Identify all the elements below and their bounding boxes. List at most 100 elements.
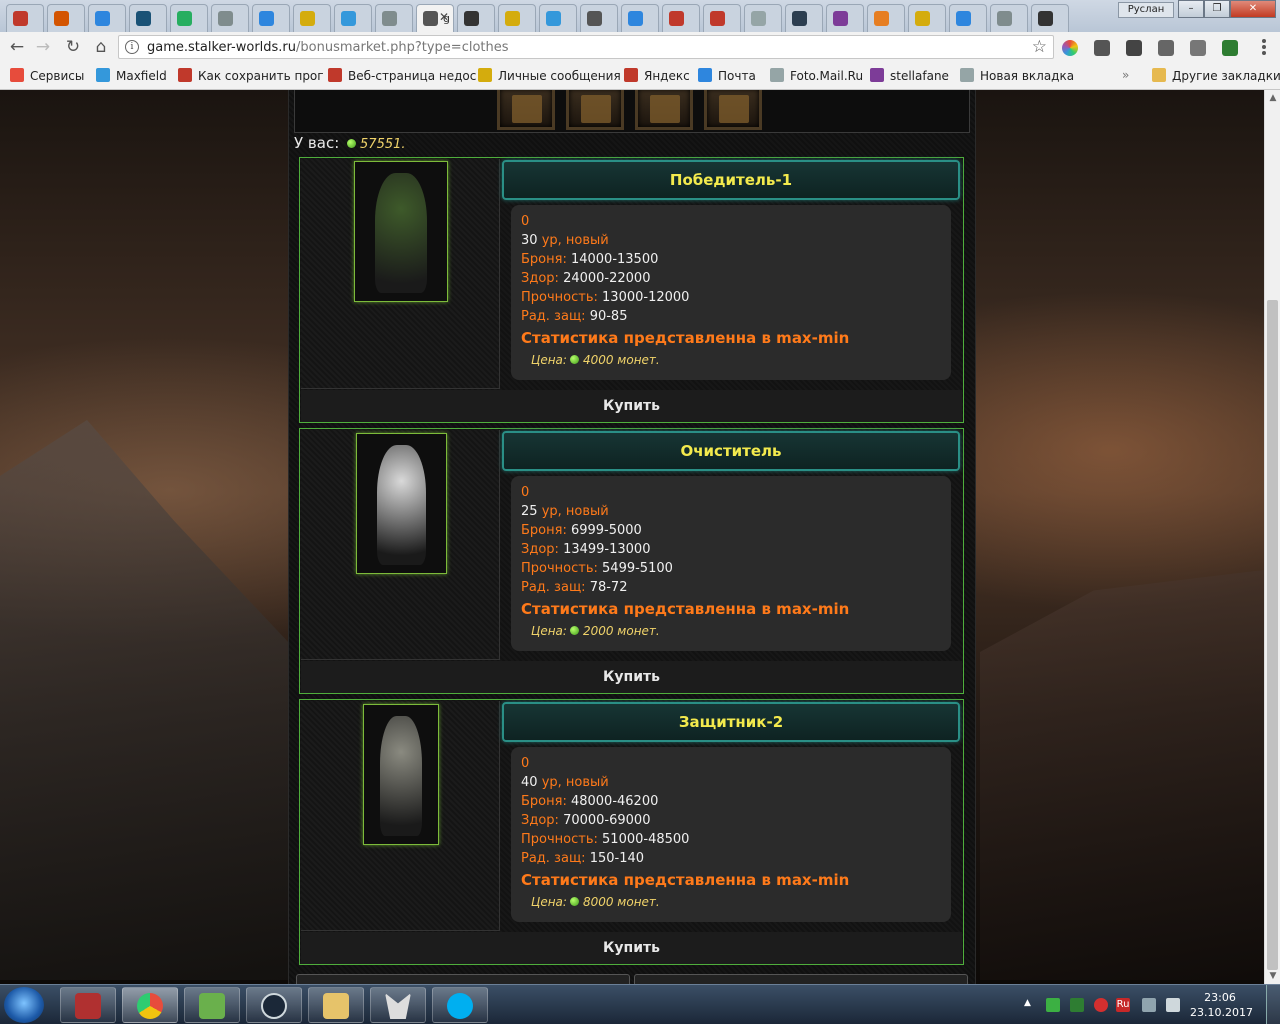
cast-extension-icon[interactable] bbox=[1126, 40, 1142, 56]
bookmark-item[interactable]: Новая вкладка bbox=[960, 68, 1074, 83]
browser-tab[interactable] bbox=[867, 4, 905, 32]
browser-tab[interactable] bbox=[88, 4, 126, 32]
browser-tab[interactable] bbox=[47, 4, 85, 32]
category-misc-icon[interactable] bbox=[704, 90, 762, 130]
browser-tab[interactable] bbox=[826, 4, 864, 32]
item-image[interactable] bbox=[363, 704, 439, 845]
category-ammo-icon[interactable] bbox=[635, 90, 693, 130]
flag-icon[interactable] bbox=[1046, 998, 1060, 1012]
color-extension-icon[interactable] bbox=[1062, 40, 1078, 56]
bookmark-item[interactable]: Maxfield bbox=[96, 68, 167, 83]
scroll-up-icon[interactable]: ▲ bbox=[1265, 90, 1280, 106]
clock[interactable]: 23:06 23.10.2017 bbox=[1190, 990, 1253, 1020]
taskbar-save-app[interactable] bbox=[60, 987, 116, 1023]
scroll-thumb[interactable] bbox=[1267, 300, 1278, 970]
browser-tab[interactable] bbox=[785, 4, 823, 32]
taskbar-game[interactable] bbox=[370, 987, 426, 1023]
browser-tab[interactable] bbox=[990, 4, 1028, 32]
forward-icon[interactable]: → bbox=[32, 36, 54, 58]
taskbar-chrome[interactable] bbox=[122, 987, 178, 1023]
browser-tab[interactable] bbox=[662, 4, 700, 32]
taskbar-steam[interactable] bbox=[246, 987, 302, 1023]
volume-icon[interactable] bbox=[1166, 998, 1180, 1012]
tab-favicon-icon bbox=[218, 11, 233, 26]
tab-favicon-icon bbox=[546, 11, 561, 26]
minimize-button[interactable]: – bbox=[1178, 0, 1204, 18]
browser-tab[interactable] bbox=[129, 4, 167, 32]
start-button[interactable] bbox=[4, 987, 44, 1023]
category-weapon-icon[interactable] bbox=[566, 90, 624, 130]
browser-tab[interactable] bbox=[621, 4, 659, 32]
bottom-tab-left[interactable] bbox=[296, 974, 630, 984]
home-icon[interactable]: ⌂ bbox=[90, 36, 112, 58]
coin-icon bbox=[569, 897, 579, 906]
bookmark-item[interactable]: Веб-страница недос bbox=[328, 68, 476, 83]
show-desktop-button[interactable] bbox=[1266, 985, 1280, 1024]
more-bookmarks-icon[interactable]: » bbox=[1122, 68, 1129, 82]
bookmark-item[interactable]: Foto.Mail.Ru bbox=[770, 68, 863, 83]
bookmark-item[interactable]: Почта bbox=[698, 68, 756, 83]
url-host: game.stalker-worlds.ru bbox=[147, 40, 297, 55]
network-icon[interactable] bbox=[1142, 998, 1156, 1012]
taskbar-notepad[interactable] bbox=[184, 987, 240, 1023]
bottom-tab-right[interactable] bbox=[634, 974, 968, 984]
taskbar-skype[interactable] bbox=[432, 987, 488, 1023]
language-indicator[interactable]: Ru bbox=[1116, 998, 1130, 1012]
address-bar[interactable]: i game.stalker-worlds.ru/bonusmarket.php… bbox=[118, 35, 1054, 59]
item-image[interactable] bbox=[354, 161, 448, 302]
profile-name-badge[interactable]: Руслан bbox=[1118, 2, 1174, 18]
tab-favicon-icon bbox=[341, 11, 356, 26]
bookmark-item[interactable]: Личные сообщения bbox=[478, 68, 621, 83]
browser-tab[interactable] bbox=[252, 4, 290, 32]
bookmark-item[interactable]: stellafane bbox=[870, 68, 949, 83]
ip-extension-icon[interactable] bbox=[1094, 40, 1110, 56]
taskbar-explorer[interactable] bbox=[308, 987, 364, 1023]
browser-tab[interactable] bbox=[498, 4, 536, 32]
item-price-line: Цена: 8000 монет. bbox=[531, 892, 941, 912]
browser-tab[interactable]: g ✕ bbox=[416, 4, 454, 32]
bookmark-label: Новая вкладка bbox=[980, 69, 1075, 83]
bookmark-item[interactable]: Как сохранить прог bbox=[178, 68, 324, 83]
browser-tab[interactable] bbox=[580, 4, 618, 32]
translate-extension-icon[interactable] bbox=[1190, 40, 1206, 56]
record-icon[interactable] bbox=[1094, 998, 1108, 1012]
browser-tab[interactable] bbox=[375, 4, 413, 32]
bookmark-star-icon[interactable]: ☆ bbox=[1032, 37, 1047, 57]
browser-tab[interactable] bbox=[211, 4, 249, 32]
browser-tab[interactable] bbox=[293, 4, 331, 32]
abp-extension-icon[interactable] bbox=[1158, 40, 1174, 56]
browser-tab[interactable] bbox=[1031, 4, 1069, 32]
browser-tab[interactable] bbox=[457, 4, 495, 32]
site-info-icon[interactable]: i bbox=[125, 40, 139, 54]
back-icon[interactable]: ← bbox=[6, 36, 28, 58]
sync-extension-icon[interactable] bbox=[1222, 40, 1238, 56]
browser-tab[interactable] bbox=[744, 4, 782, 32]
vertical-scrollbar[interactable]: ▲ ▼ bbox=[1264, 90, 1280, 984]
reload-icon[interactable]: ↻ bbox=[62, 36, 84, 58]
bookmark-item[interactable]: Сервисы bbox=[10, 68, 84, 83]
buy-button[interactable]: Купить bbox=[301, 661, 962, 693]
category-armor-icon[interactable] bbox=[497, 90, 555, 130]
browser-tab[interactable] bbox=[703, 4, 741, 32]
browser-tab[interactable] bbox=[6, 4, 44, 32]
browser-tab[interactable] bbox=[539, 4, 577, 32]
close-window-button[interactable]: ✕ bbox=[1230, 0, 1276, 18]
browser-tab[interactable] bbox=[170, 4, 208, 32]
browser-tab[interactable] bbox=[949, 4, 987, 32]
item-rad-line: Рад. защ: 150-140 bbox=[521, 849, 941, 868]
item-image[interactable] bbox=[356, 433, 447, 574]
chrome-menu-icon[interactable] bbox=[1256, 38, 1272, 56]
scroll-down-icon[interactable]: ▼ bbox=[1265, 968, 1280, 984]
browser-tab[interactable] bbox=[908, 4, 946, 32]
buy-button[interactable]: Купить bbox=[301, 390, 962, 422]
tab-close-icon[interactable]: ✕ bbox=[439, 10, 449, 24]
bookmark-item[interactable]: Яндекс bbox=[624, 68, 690, 83]
buy-button[interactable]: Купить bbox=[301, 932, 962, 964]
tray-expand-icon[interactable]: ▲ bbox=[1024, 998, 1038, 1012]
maximize-button[interactable]: ❐ bbox=[1204, 0, 1230, 18]
bookmark-label: Веб-страница недос bbox=[348, 69, 477, 83]
tab-favicon-icon bbox=[874, 11, 889, 26]
tray-app-icon[interactable] bbox=[1070, 998, 1084, 1012]
other-bookmarks-folder[interactable]: Другие закладки bbox=[1152, 68, 1280, 83]
browser-tab[interactable] bbox=[334, 4, 372, 32]
